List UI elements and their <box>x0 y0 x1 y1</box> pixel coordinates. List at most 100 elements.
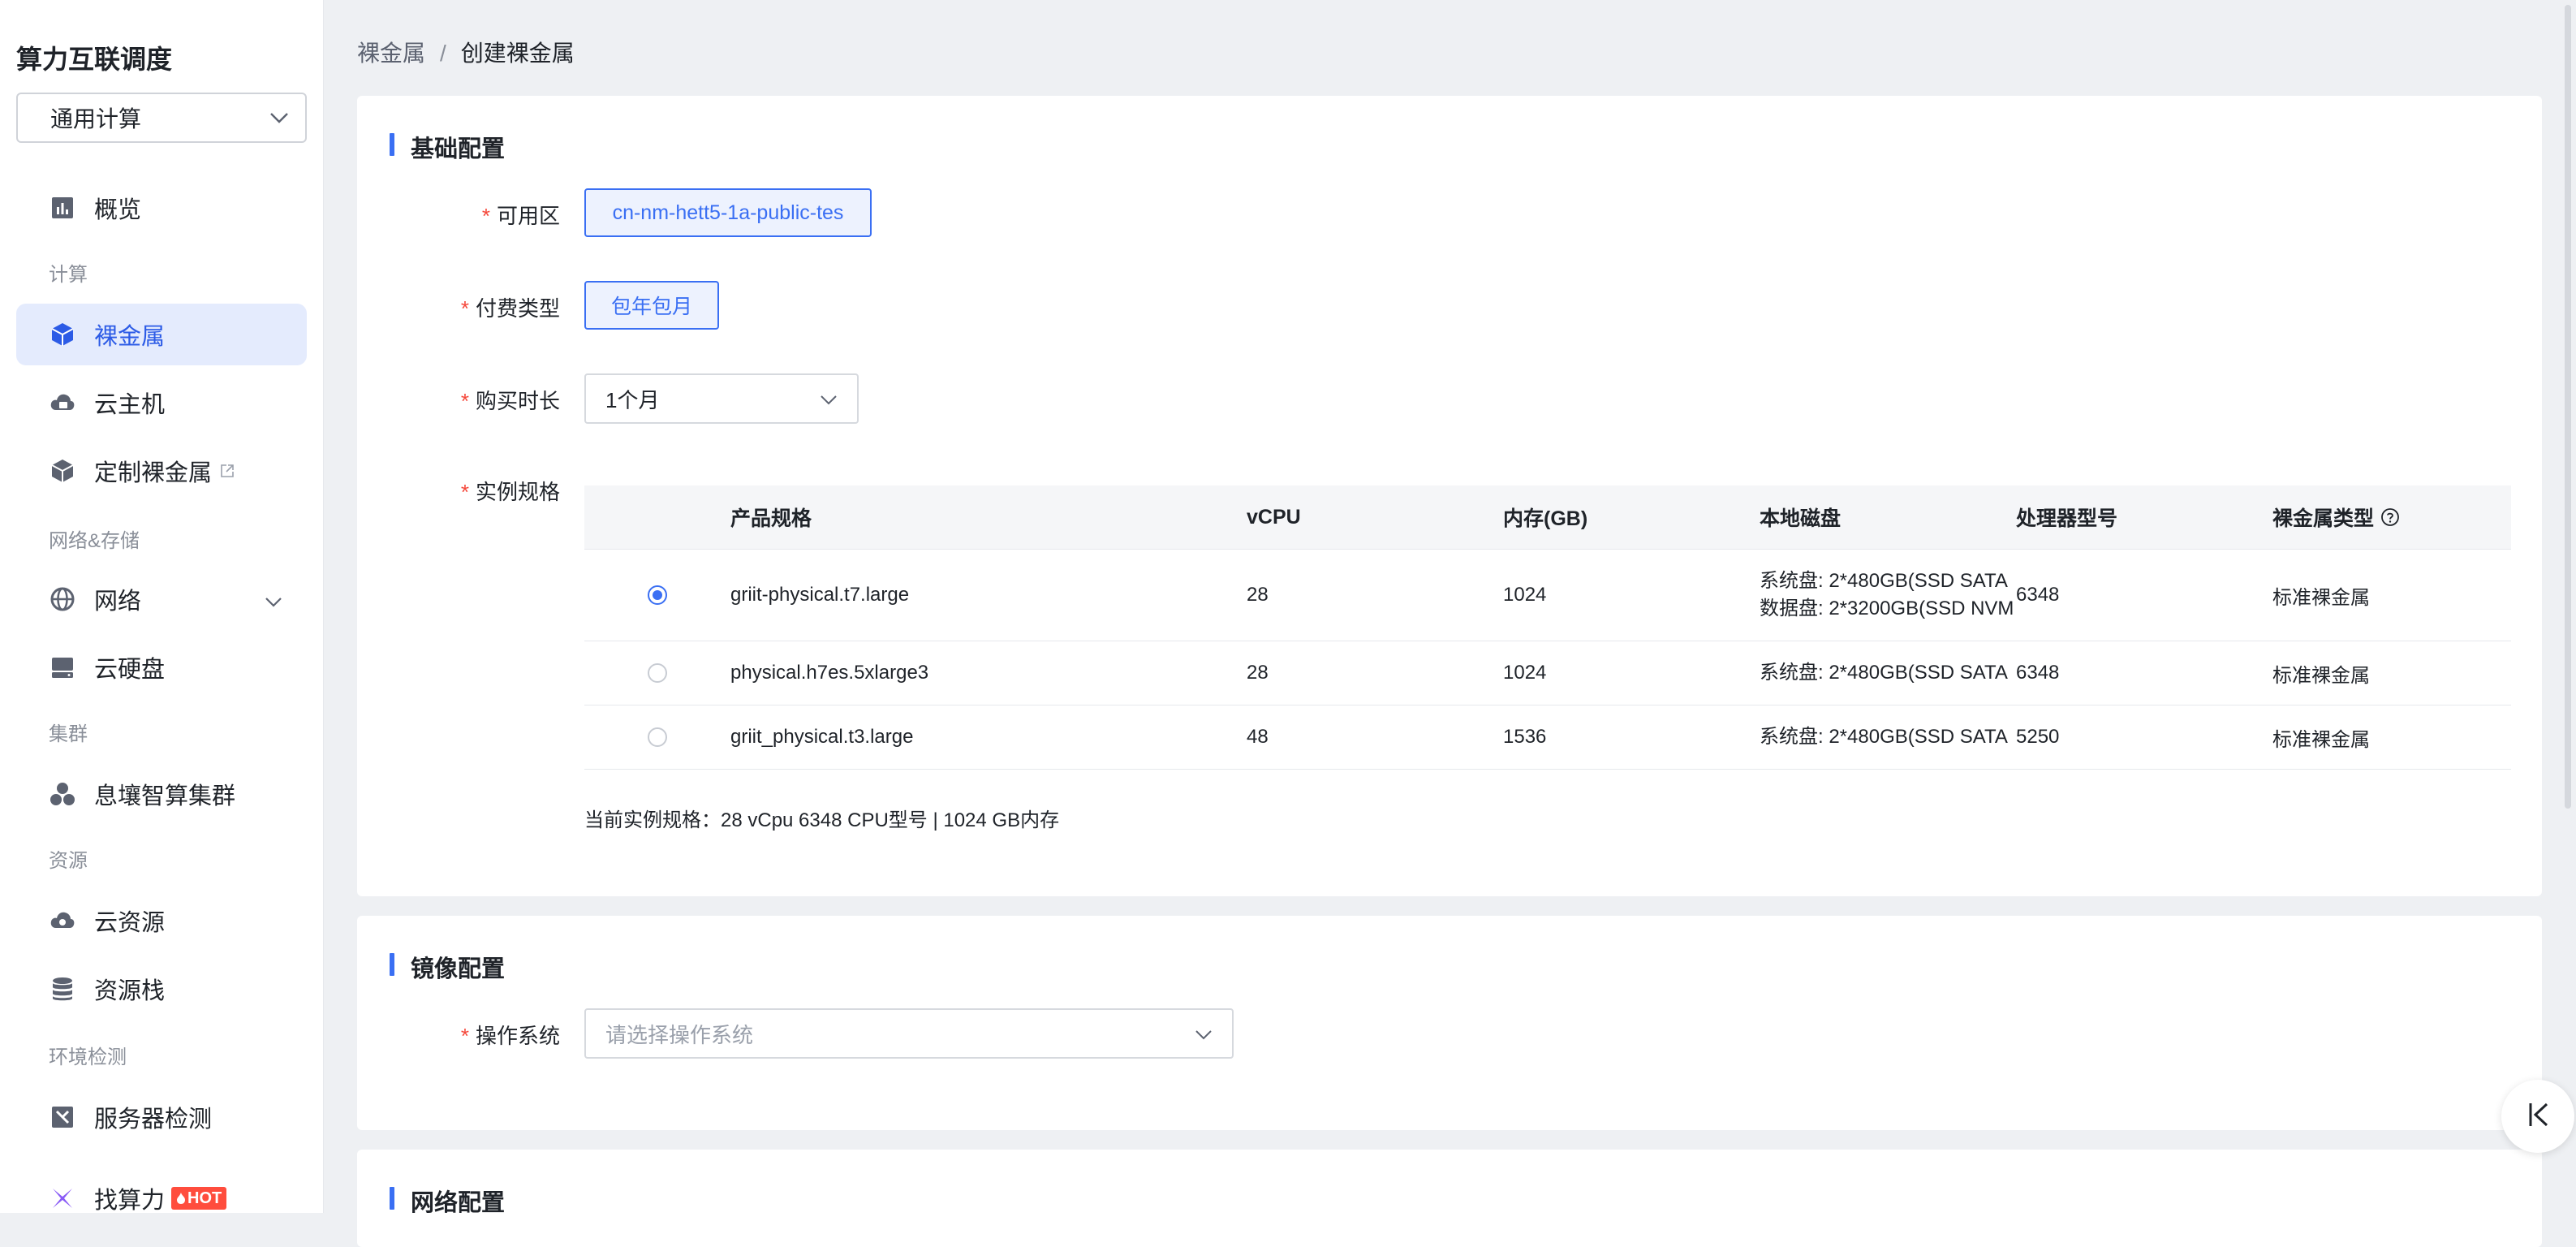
column-header-type: 裸金属类型 <box>2272 503 2511 532</box>
scrollbar[interactable] <box>2565 5 2571 809</box>
chevron-down-icon <box>1195 1021 1213 1046</box>
sidebar-item-label: 网络 <box>94 589 142 615</box>
cluster-icon <box>49 780 76 808</box>
zone-label: * 可用区 <box>481 204 560 228</box>
os-select-placeholder: 请选择操作系统 <box>605 1022 754 1047</box>
spec-type: 标准裸金属 <box>2272 586 2370 609</box>
spec-type: 标准裸金属 <box>2272 728 2370 751</box>
flame-icon <box>176 1192 187 1205</box>
app-title: 算力互联调度 <box>16 45 173 74</box>
sidebar-item-overview[interactable]: 概览 <box>16 177 307 239</box>
hot-badge: HOT <box>171 1187 227 1210</box>
cube-icon <box>49 321 76 348</box>
help-icon[interactable] <box>2380 507 2400 527</box>
image-config-card: 镜像配置 * 操作系统 请选择操作系统 <box>357 916 2542 1130</box>
sidebar-item-resource-stack[interactable]: 资源栈 <box>16 958 307 1020</box>
spec-table: 产品规格 vCPU 内存(GB) 本地磁盘 处理器型号 裸金属类型 griit-… <box>584 485 2511 770</box>
cloud-resource-icon <box>49 907 76 934</box>
billing-chip[interactable]: 包年包月 <box>584 281 719 330</box>
os-select[interactable]: 请选择操作系统 <box>584 1008 1234 1059</box>
breadcrumb-separator: / <box>440 41 446 66</box>
sidebar-item-label: 定制裸金属 <box>94 460 213 486</box>
bar-chart-icon <box>49 194 76 222</box>
spec-vcpu: 28 <box>1247 662 1269 684</box>
spec-disk: 系统盘: 2*480GB(SSD SATA <box>1760 662 2008 684</box>
cloud-server-icon <box>49 389 76 416</box>
nav-group-env-check: 环境检测 <box>49 1046 127 1068</box>
sidebar-item-cluster[interactable]: 息壤智算集群 <box>16 763 307 825</box>
nav-group-resources: 资源 <box>49 850 88 872</box>
breadcrumb-parent[interactable]: 裸金属 <box>357 41 425 66</box>
column-header: vCPU <box>1247 505 1301 529</box>
section-title: 镜像配置 <box>390 950 505 984</box>
column-header: 处理器型号 <box>2016 507 2118 530</box>
sidebar-item-cloud-resources[interactable]: 云资源 <box>16 890 307 951</box>
spec-name: griit_physical.t3.large <box>730 726 914 748</box>
spec-memory: 1024 <box>1503 662 1547 684</box>
globe-icon <box>49 585 76 613</box>
spec-type: 标准裸金属 <box>2272 664 2370 687</box>
section-title: 基础配置 <box>390 130 505 164</box>
sidebar-item-label: 息壤智算集群 <box>94 783 236 809</box>
chevron-down-icon <box>269 112 289 123</box>
radio-selected[interactable] <box>648 585 667 605</box>
spec-vcpu: 48 <box>1247 726 1269 748</box>
sidebar: 算力互联调度 通用计算 概览 计算 裸金属 云主机 定制裸金属 网络&存储 网络… <box>0 0 324 1214</box>
spec-memory: 1536 <box>1503 726 1547 748</box>
sidebar-item-custom-bare-metal[interactable]: 定制裸金属 <box>16 440 307 502</box>
sidebar-item-server-check[interactable]: 服务器检测 <box>16 1086 307 1148</box>
spec-memory: 1024 <box>1503 584 1547 606</box>
table-header: 产品规格 vCPU 内存(GB) 本地磁盘 处理器型号 裸金属类型 <box>584 485 2511 550</box>
spec-name: griit-physical.t7.large <box>730 584 910 606</box>
spec-label: * 实例规格 <box>460 480 560 504</box>
duration-select[interactable]: 1个月 <box>584 373 859 424</box>
spec-disk: 系统盘: 2*480GB(SSD SATA 数据盘: 2*3200GB(SSD … <box>1760 570 2014 619</box>
column-header: 内存(GB) <box>1503 507 1588 530</box>
sidebar-item-label: 云主机 <box>94 392 166 418</box>
database-icon <box>49 975 76 1003</box>
collapse-button[interactable] <box>2501 1080 2574 1153</box>
sidebar-item-label: 资源栈 <box>94 978 166 1004</box>
breadcrumb-current: 创建裸金属 <box>460 41 575 66</box>
region-select-value: 通用计算 <box>50 106 142 132</box>
sidebar-item-find-compute[interactable]: 找算力 HOT <box>16 1167 307 1229</box>
spec-name: physical.h7es.5xlarge3 <box>730 662 929 684</box>
table-row[interactable]: griit_physical.t3.large 48 1536 系统盘: 2*4… <box>584 705 2511 770</box>
radio-unselected[interactable] <box>648 663 667 683</box>
nav-group-compute: 计算 <box>49 264 88 286</box>
radio-unselected[interactable] <box>648 727 667 747</box>
column-header: 产品规格 <box>730 507 812 530</box>
sidebar-item-label: 云资源 <box>94 910 166 936</box>
basic-config-card: 基础配置 * 可用区 cn-nm-hett5-1a-public-tes * 付费类… <box>357 96 2542 896</box>
nav-group-network-storage: 网络&存储 <box>49 530 140 552</box>
sidebar-item-label: 服务器检测 <box>94 1107 213 1133</box>
spec-disk: 系统盘: 2*480GB(SSD SATA <box>1760 726 2008 748</box>
current-spec-summary: 当前实例规格：28 vCpu 6348 CPU型号 | 1024 GB内存 <box>584 809 1060 831</box>
region-select[interactable]: 通用计算 <box>16 93 307 143</box>
sidebar-item-label: 云硬盘 <box>94 657 166 683</box>
disk-icon <box>49 654 76 681</box>
sidebar-item-label: 概览 <box>94 197 142 223</box>
os-label: * 操作系统 <box>460 1024 560 1048</box>
sidebar-item-label: 找算力 <box>94 1188 166 1214</box>
collapse-icon <box>2526 1101 2550 1133</box>
external-link-icon <box>220 458 235 485</box>
duration-select-value: 1个月 <box>605 387 660 412</box>
sidebar-item-cloud-host[interactable]: 云主机 <box>16 372 307 434</box>
sidebar-item-bare-metal[interactable]: 裸金属 <box>16 304 307 365</box>
column-header: 本地磁盘 <box>1760 507 1842 530</box>
zone-chip[interactable]: cn-nm-hett5-1a-public-tes <box>584 188 872 237</box>
sidebar-item-label: 裸金属 <box>94 324 166 350</box>
breadcrumb: 裸金属 / 创建裸金属 <box>357 36 575 68</box>
duration-label: * 购买时长 <box>460 389 560 413</box>
table-row[interactable]: physical.h7es.5xlarge3 28 1024 系统盘: 2*48… <box>584 641 2511 705</box>
chevron-down-icon <box>820 386 838 412</box>
table-row[interactable]: griit-physical.t7.large 28 1024 系统盘: 2*4… <box>584 550 2511 641</box>
sidebar-item-network[interactable]: 网络 <box>16 568 307 630</box>
spec-vcpu: 28 <box>1247 584 1269 606</box>
cube-outline-icon <box>49 457 76 485</box>
spec-cpu: 6348 <box>2016 662 2060 684</box>
sidebar-item-cloud-disk[interactable]: 云硬盘 <box>16 636 307 698</box>
network-config-card: 网络配置 <box>357 1150 2542 1247</box>
tools-icon <box>49 1103 76 1131</box>
